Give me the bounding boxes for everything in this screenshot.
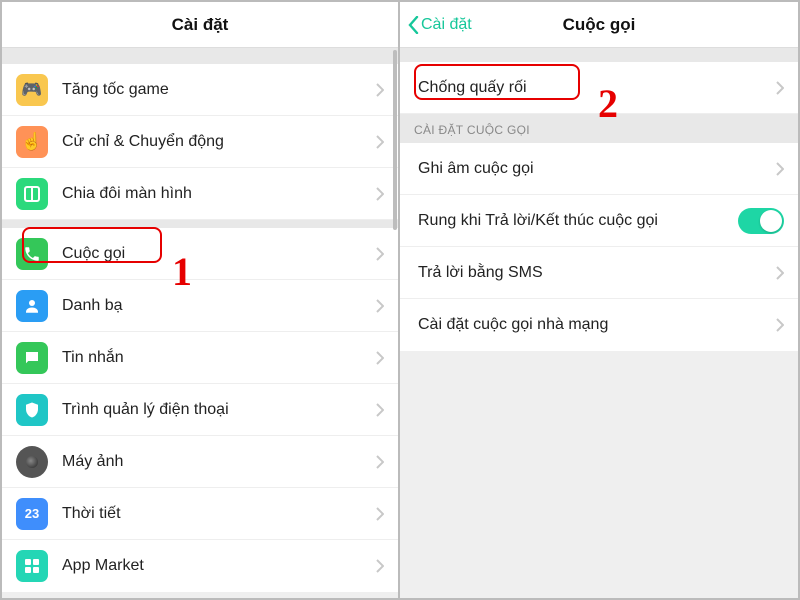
chevron-right-icon [776, 318, 784, 332]
row-messages[interactable]: Tin nhắn [2, 332, 398, 384]
settings-pane: Cài đặt 🎮 Tăng tốc game ☝ Cử chỉ & Chuyể… [2, 2, 400, 598]
chevron-right-icon [376, 507, 384, 521]
chevron-right-icon [376, 187, 384, 201]
row-vibrate-on-answer[interactable]: Rung khi Trả lời/Kết thúc cuộc gọi [400, 195, 798, 247]
row-phone-manager[interactable]: Trình quản lý điện thoại [2, 384, 398, 436]
weather-icon: 23 [16, 498, 48, 530]
chevron-right-icon [776, 162, 784, 176]
chevron-right-icon [376, 559, 384, 573]
row-gesture[interactable]: ☝ Cử chỉ & Chuyển động [2, 116, 398, 168]
chevron-left-icon [408, 16, 419, 34]
row-label: Thời tiết [62, 505, 376, 523]
group-gap [400, 48, 798, 62]
row-label: Tăng tốc game [62, 81, 376, 99]
phone-icon [16, 238, 48, 270]
chevron-right-icon [776, 81, 784, 95]
app-market-icon [16, 550, 48, 582]
row-label: Cuộc gọi [62, 245, 376, 263]
section-header: CÀI ĐẶT CUỘC GỌI [400, 114, 798, 143]
contact-icon [16, 290, 48, 322]
call-settings-pane: Cài đặt Cuộc gọi Chống quấy rối CÀI ĐẶT … [400, 2, 798, 598]
header-right: Cài đặt Cuộc gọi [400, 2, 798, 48]
group-gap [2, 220, 398, 228]
chevron-right-icon [776, 266, 784, 280]
row-label: Cài đặt cuộc gọi nhà mạng [418, 316, 776, 334]
row-label: Trả lời bằng SMS [418, 264, 776, 282]
camera-icon [16, 446, 48, 478]
row-app-market[interactable]: App Market [2, 540, 398, 592]
row-sms-reply[interactable]: Trả lời bằng SMS [400, 247, 798, 299]
chevron-right-icon [376, 351, 384, 365]
row-label: App Market [62, 557, 376, 575]
chevron-right-icon [376, 247, 384, 261]
row-contacts[interactable]: Danh bạ [2, 280, 398, 332]
row-call[interactable]: Cuộc gọi [2, 228, 398, 280]
row-label: Chống quấy rối [418, 79, 776, 97]
weather-value: 23 [25, 506, 39, 521]
row-game-speedup[interactable]: 🎮 Tăng tốc game [2, 64, 398, 116]
scrollbar[interactable] [393, 50, 397, 230]
call-settings-list: Chống quấy rối CÀI ĐẶT CUỘC GỌI Ghi âm c… [400, 48, 798, 351]
vibrate-toggle[interactable] [738, 208, 784, 234]
page-title: Cuộc gọi [563, 15, 636, 35]
gesture-icon: ☝ [16, 126, 48, 158]
row-split-screen[interactable]: Chia đôi màn hình [2, 168, 398, 220]
row-label: Cử chỉ & Chuyển động [62, 133, 376, 151]
chevron-right-icon [376, 83, 384, 97]
row-call-recording[interactable]: Ghi âm cuộc gọi [400, 143, 798, 195]
back-label: Cài đặt [421, 16, 472, 34]
message-icon [16, 342, 48, 374]
chevron-right-icon [376, 455, 384, 469]
chevron-right-icon [376, 403, 384, 417]
shield-icon [16, 394, 48, 426]
row-carrier-call-settings[interactable]: Cài đặt cuộc gọi nhà mạng [400, 299, 798, 351]
row-label: Chia đôi màn hình [62, 185, 376, 203]
split-screen-icon [16, 178, 48, 210]
page-title: Cài đặt [172, 15, 229, 35]
settings-list: 🎮 Tăng tốc game ☝ Cử chỉ & Chuyển động C… [2, 48, 398, 592]
row-anti-harassment[interactable]: Chống quấy rối [400, 62, 798, 114]
row-label: Máy ảnh [62, 453, 376, 471]
chevron-right-icon [376, 135, 384, 149]
back-button[interactable]: Cài đặt [408, 16, 472, 34]
row-label: Danh bạ [62, 297, 376, 315]
row-weather[interactable]: 23 Thời tiết [2, 488, 398, 540]
row-label: Ghi âm cuộc gọi [418, 160, 776, 178]
row-label: Tin nhắn [62, 349, 376, 367]
group-gap [2, 48, 398, 64]
row-camera[interactable]: Máy ảnh [2, 436, 398, 488]
row-label: Rung khi Trả lời/Kết thúc cuộc gọi [418, 212, 738, 230]
header-left: Cài đặt [2, 2, 398, 48]
chevron-right-icon [376, 299, 384, 313]
row-label: Trình quản lý điện thoại [62, 401, 376, 419]
game-icon: 🎮 [16, 74, 48, 106]
